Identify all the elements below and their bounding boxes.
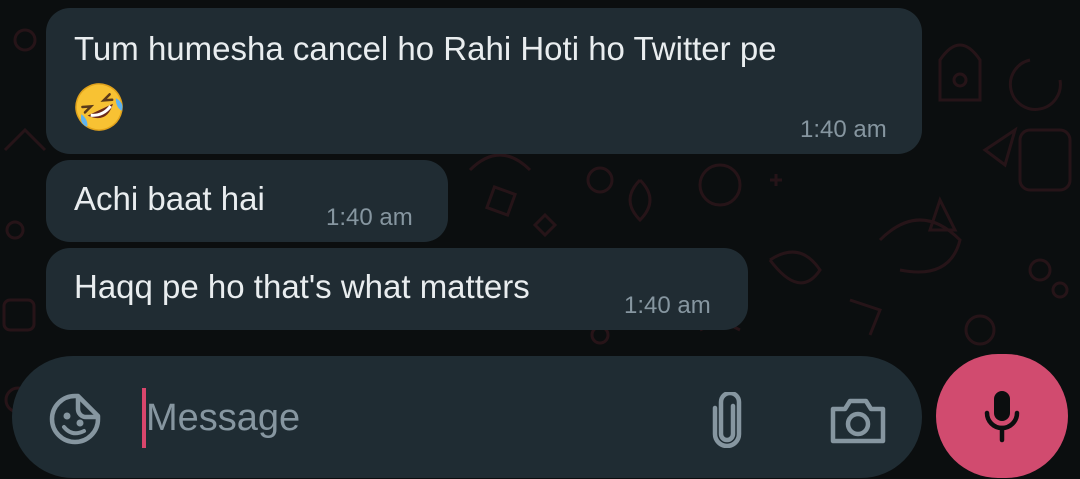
paperclip-icon[interactable] [702, 392, 752, 448]
message-text: Tum humesha cancel ho Rahi Hoti ho Twitt… [74, 30, 777, 67]
microphone-icon [982, 387, 1022, 445]
message-timestamp: 1:40 am [326, 204, 413, 231]
message-bubble[interactable]: Achi baat hai 1:40 am [46, 160, 448, 242]
message-timestamp: 1:40 am [800, 116, 887, 143]
message-bubble[interactable]: Tum humesha cancel ho Rahi Hoti ho Twitt… [46, 8, 922, 154]
message-timestamp: 1:40 am [624, 292, 711, 319]
message-text: Achi baat hai [74, 180, 265, 217]
message-bubble[interactable]: Haqq pe ho that's what matters 1:40 am [46, 248, 748, 330]
rolling-on-floor-laughing-emoji-icon [72, 80, 126, 139]
sticker-icon[interactable] [46, 392, 104, 446]
message-input[interactable] [142, 392, 666, 444]
voice-record-button[interactable] [936, 354, 1068, 478]
message-text: Haqq pe ho that's what matters [74, 268, 530, 305]
camera-icon[interactable] [828, 394, 888, 446]
message-composer [12, 356, 922, 478]
